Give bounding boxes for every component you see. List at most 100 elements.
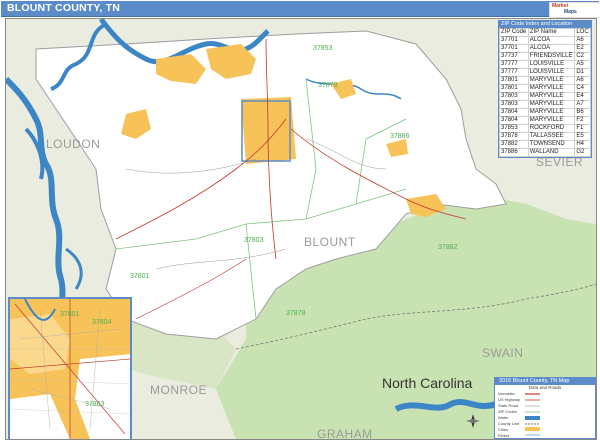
zip-index-columns: ZIP Code ZIP Name LOC <box>499 28 591 37</box>
cell-name: MARYVILLE <box>527 108 576 117</box>
cell-loc: E2 <box>574 44 591 53</box>
col-loc: LOC <box>574 28 591 37</box>
table-row: 37878 TALLASSEE E5 <box>499 132 591 141</box>
map-legend: 2016 Blount County, TN Map Data and Road… <box>494 377 596 439</box>
cell-zip: 37886 <box>499 148 529 157</box>
cell-name: TALLASSEE <box>527 132 576 141</box>
table-row: 37886 WALLAND G2 <box>499 148 591 157</box>
cell-name: MARYVILLE <box>527 100 576 109</box>
cell-loc: A5 <box>574 60 591 69</box>
cell-name: MARYVILLE <box>527 76 576 85</box>
legend-item: ZIP Codes <box>498 409 517 414</box>
cell-zip: 37701 <box>499 36 529 45</box>
cell-loc: B6 <box>574 108 591 117</box>
table-row: 37801 MARYVILLE A6 <box>499 76 591 85</box>
table-row: 37737 FRIENDSVILLE C2 <box>499 52 591 61</box>
zip-index-header: ZIP Code Index and Location <box>499 21 591 28</box>
cell-zip: 37701 <box>499 44 529 53</box>
legend-item: Water <box>498 415 509 420</box>
cell-zip: 37801 <box>499 84 529 93</box>
cell-name: FRIENDSVILLE <box>527 52 576 61</box>
cell-name: ALCOA <box>527 36 576 45</box>
table-row: 37882 TOWNSEND H4 <box>499 140 591 149</box>
table-row: 37804 MARYVILLE F2 <box>499 116 591 125</box>
cell-loc: E4 <box>574 92 591 101</box>
table-row: 37803 MARYVILLE E4 <box>499 92 591 101</box>
zip-label: 37878 <box>286 310 306 317</box>
cell-loc: A6 <box>574 76 591 85</box>
col-name: ZIP Name <box>527 28 576 37</box>
zip-label: 37853 <box>313 45 333 52</box>
cell-zip: 37882 <box>499 140 529 149</box>
cell-name: TOWNSEND <box>527 140 576 149</box>
cell-loc: H4 <box>574 140 591 149</box>
cell-name: LOUISVILLE <box>527 60 576 69</box>
market-maps-logo: Market Maps <box>549 2 600 18</box>
table-row: 37777 LOUISVILLE D1 <box>499 68 591 77</box>
zip-label: 37882 <box>438 244 458 251</box>
cell-zip: 37777 <box>499 60 529 69</box>
cell-loc: A6 <box>574 36 591 45</box>
table-row: 37701 ALCOA A6 <box>499 36 591 45</box>
state-label-north-carolina: North Carolina <box>382 375 473 391</box>
cell-zip: 37803 <box>499 100 529 109</box>
legend-item: Rivers <box>498 433 510 438</box>
cell-zip: 37878 <box>499 132 529 141</box>
inset-zip-label: 37804 <box>92 319 112 326</box>
legend-title: 2016 Blount County, TN Map <box>495 378 595 385</box>
cell-name: MARYVILLE <box>527 84 576 93</box>
cell-name: LOUISVILLE <box>527 68 576 77</box>
zip-label: 37801 <box>130 273 150 280</box>
inset-map-maryville[interactable]: 37801 37804 37803 <box>8 297 132 439</box>
cell-zip: 37853 <box>499 124 529 133</box>
inset-zip-label: 37801 <box>60 311 80 318</box>
cell-zip: 37803 <box>499 92 529 101</box>
legend-item: County Line <box>498 421 520 426</box>
map-title: BLOUNT COUNTY, TN <box>7 2 121 14</box>
cell-zip: 37777 <box>499 68 529 77</box>
cell-name: MARYVILLE <box>527 92 576 101</box>
county-label-loudon: LOUDON <box>46 137 101 151</box>
cell-zip: 37804 <box>499 108 529 117</box>
cell-loc: D1 <box>574 68 591 77</box>
table-row: 37777 LOUISVILLE A5 <box>499 60 591 69</box>
zip-label: 37878 <box>318 82 338 89</box>
inset-svg <box>10 299 130 439</box>
zip-code-index: ZIP Code Index and Location ZIP Code ZIP… <box>498 20 592 158</box>
legend-item: State Road <box>498 403 519 408</box>
cell-loc: C4 <box>574 84 591 93</box>
inset-zip-label: 37803 <box>85 401 105 408</box>
zip-label: 37803 <box>244 237 264 244</box>
cell-loc: C2 <box>574 52 591 61</box>
col-zip: ZIP Code <box>499 28 529 37</box>
cell-name: ROCKFORD <box>527 124 576 133</box>
compass-icon <box>466 414 480 428</box>
cell-zip: 37737 <box>499 52 529 61</box>
zip-index-table: ZIP Code ZIP Name LOC 37701 ALCOA A6 37701… <box>499 28 591 157</box>
table-row: 37801 MARYVILLE C4 <box>499 84 591 93</box>
title-bar: BLOUNT COUNTY, TN Market Maps <box>1 1 600 18</box>
cell-loc: F2 <box>574 116 591 125</box>
table-row: 37804 MARYVILLE B6 <box>499 108 591 117</box>
table-row: 37853 ROCKFORD F1 <box>499 124 591 133</box>
county-label-swain: SWAIN <box>482 346 524 360</box>
county-label-graham: GRAHAM <box>317 427 373 440</box>
cell-zip: 37801 <box>499 76 529 85</box>
cell-name: MARYVILLE <box>527 116 576 125</box>
cell-name: ALCOA <box>527 44 576 53</box>
county-label-monroe: MONROE <box>150 383 207 397</box>
legend-item: Cities <box>498 427 509 432</box>
legend-item: US Highway <box>498 397 521 402</box>
legend-item: Interstate <box>498 391 515 396</box>
cell-loc: A7 <box>574 100 591 109</box>
zip-label: 37886 <box>390 133 410 140</box>
map-area[interactable]: BLOUNT LOUDON SEVIER MONROE SWAIN GRAHAM… <box>5 18 597 440</box>
cell-loc: G2 <box>574 148 591 157</box>
cell-loc: F1 <box>574 124 591 133</box>
table-row: 37803 MARYVILLE A7 <box>499 100 591 109</box>
cell-loc: E5 <box>574 132 591 141</box>
map-frame: BLOUNT COUNTY, TN Market Maps BLOUNT LOU… <box>0 0 600 442</box>
cell-name: WALLAND <box>527 148 576 157</box>
county-label-blount: BLOUNT <box>304 235 356 249</box>
table-row: 37701 ALCOA E2 <box>499 44 591 53</box>
